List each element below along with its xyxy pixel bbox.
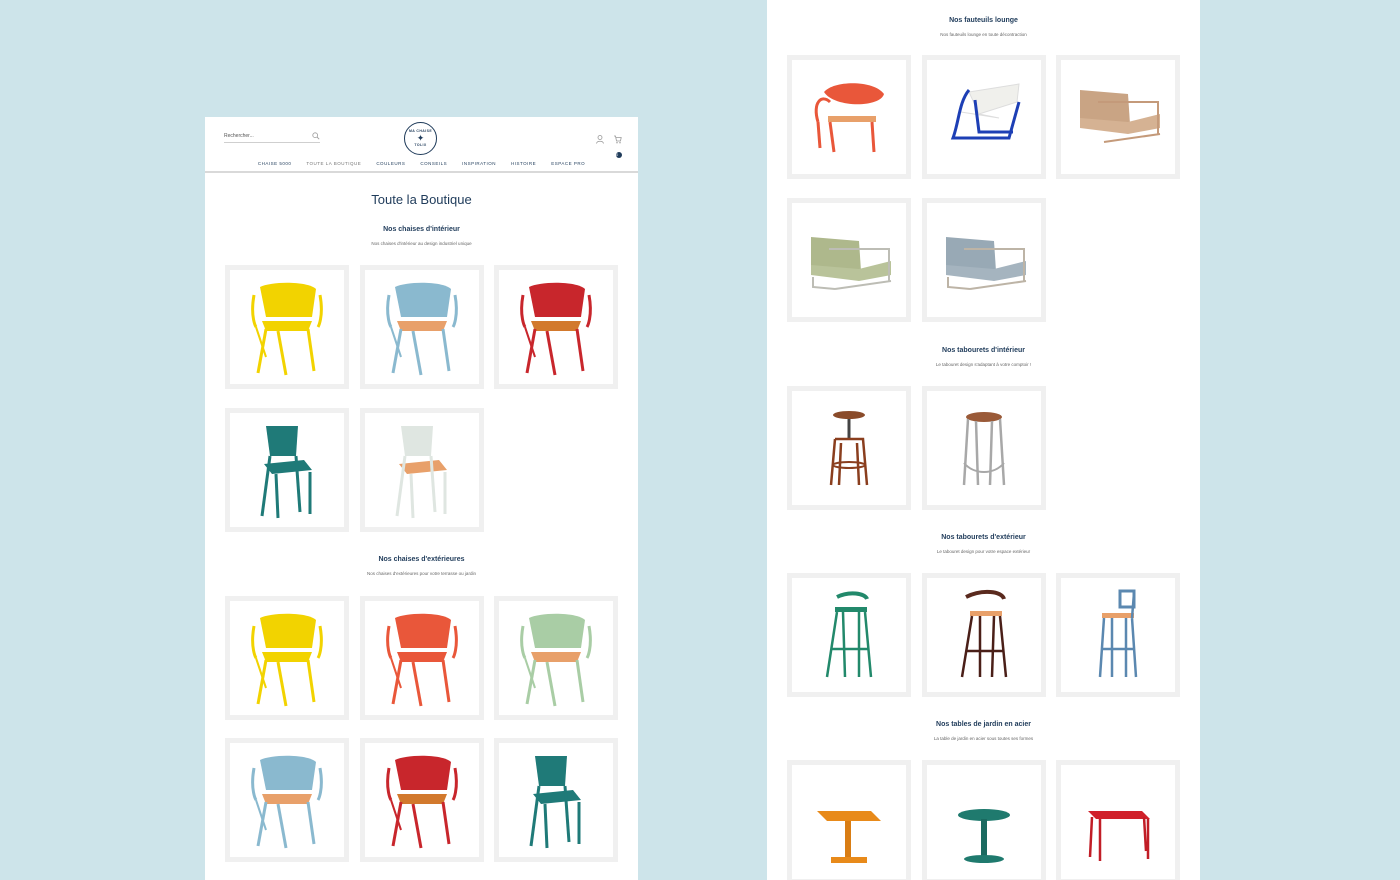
cart-icon[interactable]: 0: [613, 131, 622, 158]
nav-chaise-5000[interactable]: CHAISE 5000: [258, 161, 292, 166]
nav-toute-la-boutique[interactable]: TOUTE LA BOUTIQUE: [306, 161, 361, 166]
grey-stool-image: [962, 412, 1006, 486]
grey-lounge-image: [946, 237, 1027, 290]
teal-exterior-chair-image: [529, 756, 581, 849]
nav-inspiration[interactable]: INSPIRATION: [462, 161, 496, 166]
white-lounge-image: [950, 83, 1021, 140]
green-bar-stool-image: [825, 591, 873, 678]
nav-espace-pro[interactable]: ESPACE PRO: [551, 161, 585, 166]
brown-bar-stool-image: [960, 590, 1008, 678]
blue-exterior-chair-image: [251, 755, 323, 849]
light-blue-chair-image: [386, 282, 458, 376]
section-subtitle-tables: La table de jardin en acier sous toutes …: [933, 736, 1034, 741]
yellow-chair-image: [251, 282, 323, 376]
product-card-blue-exterior-chair[interactable]: [225, 738, 349, 862]
section-subtitle-interior-chairs: Nos chaises d'intérieur au design indust…: [371, 241, 472, 246]
product-card-orange-table[interactable]: [787, 760, 911, 880]
product-card-grey-lounge[interactable]: [922, 198, 1046, 322]
page-title: Toute la Boutique: [371, 192, 472, 207]
nav-couleurs[interactable]: COULEURS: [376, 161, 405, 166]
blue-bar-stool-image: [1098, 589, 1138, 678]
sage-exterior-chair-image: [520, 613, 592, 707]
search-bar[interactable]: Rechercher...: [224, 129, 320, 143]
product-card-white-lounge[interactable]: [922, 55, 1046, 179]
site-header: Rechercher... MA CHAISE ✦ TOLIX 0 CHAISE…: [205, 117, 638, 173]
section-subtitle-lounge: Nos fauteuils lounge en toute décontract…: [940, 32, 1027, 37]
product-card-teal-table[interactable]: [922, 760, 1046, 880]
product-card-grey-stool[interactable]: [922, 386, 1046, 510]
search-icon[interactable]: [312, 131, 320, 140]
product-card-red-table[interactable]: [1056, 760, 1180, 880]
product-card-white-chair[interactable]: [360, 408, 484, 532]
product-card-yellow-chair[interactable]: [225, 265, 349, 389]
product-card-blue-bar-stool[interactable]: [1056, 573, 1180, 697]
product-card-orange-lounge[interactable]: [787, 55, 911, 179]
section-title-exterior-chairs: Nos chaises d'extérieures: [378, 556, 465, 563]
product-card-sage-lounge[interactable]: [787, 198, 911, 322]
section-title-interior-chairs: Nos chaises d'intérieur: [383, 226, 460, 233]
red-chair-image: [520, 282, 592, 376]
left-page-panel: Rechercher... MA CHAISE ✦ TOLIX 0 CHAISE…: [205, 117, 638, 880]
section-title-lounge: Nos fauteuils lounge: [949, 17, 1018, 24]
nav-conseils[interactable]: CONSEILS: [420, 161, 447, 166]
product-card-red-exterior-chair[interactable]: [360, 738, 484, 862]
product-card-brown-stool[interactable]: [787, 386, 911, 510]
product-card-brown-bar-stool[interactable]: [922, 573, 1046, 697]
product-card-yellow-exterior-chair[interactable]: [225, 596, 349, 720]
section-title-interior-stools: Nos tabourets d'intérieur: [942, 347, 1025, 354]
user-icon[interactable]: [596, 131, 604, 155]
product-card-teal-chair[interactable]: [225, 408, 349, 532]
orange-lounge-image: [814, 83, 884, 153]
beige-lounge-image: [1080, 90, 1161, 143]
main-nav: CHAISE 5000 TOUTE LA BOUTIQUE COULEURS C…: [205, 161, 638, 166]
right-page-panel: Nos fauteuils lounge Nos fauteuils loung…: [767, 0, 1200, 880]
nav-histoire[interactable]: HISTOIRE: [511, 161, 536, 166]
section-title-exterior-stools: Nos tabourets d'extérieur: [941, 534, 1026, 541]
brown-stool-image: [829, 411, 869, 486]
sage-lounge-image: [811, 237, 892, 290]
search-input[interactable]: Rechercher...: [224, 133, 254, 139]
product-card-light-blue-chair[interactable]: [360, 265, 484, 389]
white-chair-image: [395, 426, 447, 519]
product-card-sage-exterior-chair[interactable]: [494, 596, 618, 720]
red-exterior-chair-image: [386, 755, 458, 849]
product-card-beige-lounge[interactable]: [1056, 55, 1180, 179]
teal-chair-image: [260, 426, 312, 519]
product-card-orange-exterior-chair[interactable]: [360, 596, 484, 720]
orange-table-image: [817, 811, 881, 863]
section-subtitle-exterior-stools: Le tabouret design pour votre espace ext…: [936, 549, 1031, 554]
brand-logo[interactable]: MA CHAISE ✦ TOLIX: [404, 122, 437, 155]
orange-exterior-chair-image: [386, 613, 458, 707]
section-subtitle-interior-stools: Le tabouret design s'adaptant à votre co…: [935, 362, 1032, 367]
section-subtitle-exterior-chairs: Nos chaises d'extérieures pour votre ter…: [367, 571, 476, 576]
cart-count-badge: 0: [616, 152, 622, 158]
product-card-red-chair[interactable]: [494, 265, 618, 389]
yellow-exterior-chair-image: [251, 613, 323, 707]
section-title-tables: Nos tables de jardin en acier: [936, 721, 1031, 728]
product-card-teal-exterior-chair[interactable]: [494, 738, 618, 862]
red-table-image: [1088, 811, 1150, 861]
teal-table-image: [958, 809, 1010, 863]
product-card-green-bar-stool[interactable]: [787, 573, 911, 697]
